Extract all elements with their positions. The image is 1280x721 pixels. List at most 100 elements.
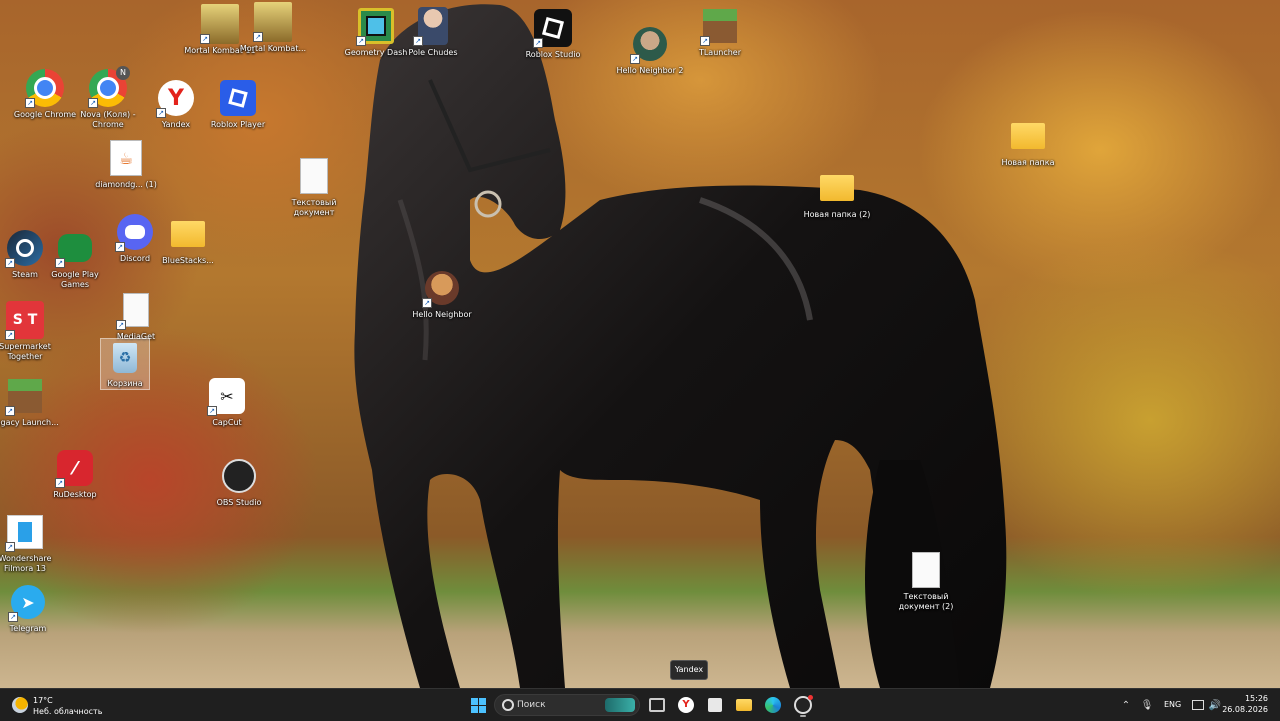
shortcut-arrow-icon: ↗ — [207, 406, 217, 416]
clock[interactable]: 15:26 26.08.2026 — [1222, 693, 1270, 717]
desktop-icon-text-document[interactable]: Текстовый документ — [276, 156, 352, 218]
desktop-icon-filmora[interactable]: ↗ Wondershare Filmora 13 — [0, 512, 63, 574]
shortcut-arrow-icon: ↗ — [5, 406, 15, 416]
chevron-up-icon: ⌃ — [1121, 699, 1131, 711]
file-icon: ↗ — [116, 290, 156, 330]
shortcut-arrow-icon: ↗ — [200, 34, 210, 44]
tlauncher-icon: ↗ — [700, 6, 740, 46]
start-button[interactable] — [466, 693, 490, 717]
google-play-games-icon: ↗ — [55, 228, 95, 268]
desktop-icon-nova-chrome[interactable]: N ↗ Nova (Коля) - Chrome — [70, 66, 146, 130]
weather-temp: 17°C — [33, 696, 53, 705]
speaker-icon: 🔊 — [1208, 699, 1222, 711]
windows-logo-icon — [470, 697, 486, 713]
desktop-icon-new-folder[interactable]: Новая папка — [990, 116, 1066, 168]
desktop-icon-supermarket-together[interactable]: S T ↗ Supermarket Together — [0, 300, 63, 362]
search-input[interactable] — [517, 697, 597, 713]
roblox-studio-icon: ↗ — [533, 8, 573, 48]
shortcut-arrow-icon: ↗ — [5, 330, 15, 340]
hello-neighbor-icon: ↗ — [422, 268, 462, 308]
weather-widget[interactable]: 17°C Неб. облачность — [12, 693, 112, 717]
filmora-icon: ↗ — [5, 512, 45, 552]
desktop-icon-capcut[interactable]: ✂ ↗ CapCut — [189, 376, 265, 428]
desktop-icon-roblox-player[interactable]: Roblox Player — [200, 78, 276, 130]
desktop-icon-legacy-launcher[interactable]: ↗ Legacy Launch... — [0, 376, 63, 428]
weather-desc: Неб. облачность — [33, 707, 103, 716]
rudesktop-icon: ⁄ ↗ — [55, 448, 95, 488]
clock-time: 15:26 — [1244, 694, 1268, 703]
desktop[interactable]: ↗ Mortal Kombat 11 ↗ Mortal Kombat... ↗ … — [0, 0, 1280, 688]
mortal-kombat-icon: ↗ — [253, 2, 293, 42]
shortcut-arrow-icon: ↗ — [115, 242, 125, 252]
desktop-icon-bluestacks[interactable]: BlueStacks... — [150, 214, 226, 266]
desktop-icon-text-document-2[interactable]: Текстовый документ (2) — [888, 550, 964, 612]
search-highlight-icon — [605, 698, 635, 712]
supermarket-together-icon: S T ↗ — [5, 300, 45, 340]
telegram-icon: ➤ ↗ — [8, 582, 48, 622]
desktop-icon-mortal-kombat[interactable]: ↗ Mortal Kombat... — [235, 2, 311, 54]
folder-icon — [736, 699, 752, 711]
desktop-icon-diamondg[interactable]: ☕ diamondg... (1) — [88, 138, 164, 190]
yandex-icon: Y ↗ — [156, 78, 196, 118]
desktop-icon-roblox-studio[interactable]: ↗ Roblox Studio — [515, 8, 591, 60]
mortal-kombat-11-icon: ↗ — [200, 4, 240, 44]
chrome-profile-icon: N ↗ — [88, 66, 130, 108]
weather-cloud-sun-icon — [12, 697, 28, 713]
hello-neighbor-2-icon: ↗ — [630, 24, 670, 64]
desktop-icon-hello-neighbor[interactable]: ↗ Hello Neighbor — [404, 268, 480, 320]
edge-icon — [765, 697, 781, 713]
yandex-icon: Y — [678, 697, 694, 713]
desktop-icon-pole-chudes[interactable]: ↗ Pole Chudes — [395, 6, 471, 58]
desktop-icon-hello-neighbor-2[interactable]: ↗ Hello Neighbor 2 — [612, 24, 688, 76]
desktop-icon-obs-studio[interactable]: OBS Studio — [201, 456, 277, 508]
taskbar-search[interactable] — [494, 694, 640, 716]
geometry-dash-icon: ↗ — [356, 6, 396, 46]
shortcut-arrow-icon: ↗ — [116, 320, 126, 330]
taskbar-edge-button[interactable] — [761, 693, 785, 717]
shortcut-arrow-icon: ↗ — [55, 478, 65, 488]
microphone-button[interactable]: 🎙 — [1135, 693, 1159, 717]
recycle-bin-icon: ♻ — [105, 339, 145, 377]
recording-indicator — [808, 695, 813, 700]
java-file-icon: ☕ — [106, 138, 146, 178]
taskbar: 17°C Неб. облачность Y ⌃ 🎙 ENG — [0, 688, 1280, 721]
shortcut-arrow-icon: ↗ — [8, 612, 18, 622]
desktop-icon-rudesktop[interactable]: ⁄ ↗ RuDesktop — [37, 448, 113, 500]
text-file-icon — [906, 550, 946, 590]
taskbar-explorer-button[interactable] — [732, 693, 756, 717]
desktop-icon-telegram[interactable]: ➤ ↗ Telegram — [0, 582, 66, 634]
roblox-icon — [218, 78, 258, 118]
clock-date: 26.08.2026 — [1222, 705, 1268, 714]
obs-studio-icon — [219, 456, 259, 496]
desktop-icon-tlauncher[interactable]: ↗ TLauncher — [682, 6, 758, 58]
task-view-button[interactable] — [645, 693, 669, 717]
discord-icon: ↗ — [115, 212, 155, 252]
task-view-icon — [649, 698, 665, 712]
taskbar-store-button[interactable] — [703, 693, 727, 717]
text-file-icon — [294, 156, 334, 196]
language-indicator[interactable]: ENG — [1164, 700, 1181, 709]
capcut-icon: ✂ ↗ — [207, 376, 247, 416]
taskbar-yandex-button[interactable]: Y — [674, 693, 698, 717]
shortcut-arrow-icon: ↗ — [5, 542, 15, 552]
shortcut-arrow-icon: ↗ — [533, 38, 543, 48]
shortcut-arrow-icon: ↗ — [356, 36, 366, 46]
desktop-icon-new-folder-2[interactable]: Новая папка (2) — [799, 168, 875, 220]
folder-icon — [168, 214, 208, 254]
folder-icon — [1008, 116, 1048, 156]
taskbar-obs-button[interactable] — [791, 693, 815, 717]
search-icon — [502, 699, 514, 711]
taskbar-tooltip: Yandex — [670, 660, 708, 680]
legacy-launcher-icon: ↗ — [5, 376, 45, 416]
desktop-icon-recycle-bin[interactable]: ♻ Корзина — [100, 338, 150, 390]
shortcut-arrow-icon: ↗ — [422, 298, 432, 308]
shortcut-arrow-icon: ↗ — [5, 258, 15, 268]
microphone-icon: 🎙 — [1140, 699, 1154, 711]
active-app-indicator — [800, 715, 806, 717]
desktop-icon-mediaget[interactable]: ↗ MediaGet — [98, 290, 174, 342]
shortcut-arrow-icon: ↗ — [25, 98, 35, 108]
shortcut-arrow-icon: ↗ — [253, 32, 263, 42]
shortcut-arrow-icon: ↗ — [88, 98, 98, 108]
shortcut-arrow-icon: ↗ — [700, 36, 710, 46]
shortcut-arrow-icon: ↗ — [630, 54, 640, 64]
